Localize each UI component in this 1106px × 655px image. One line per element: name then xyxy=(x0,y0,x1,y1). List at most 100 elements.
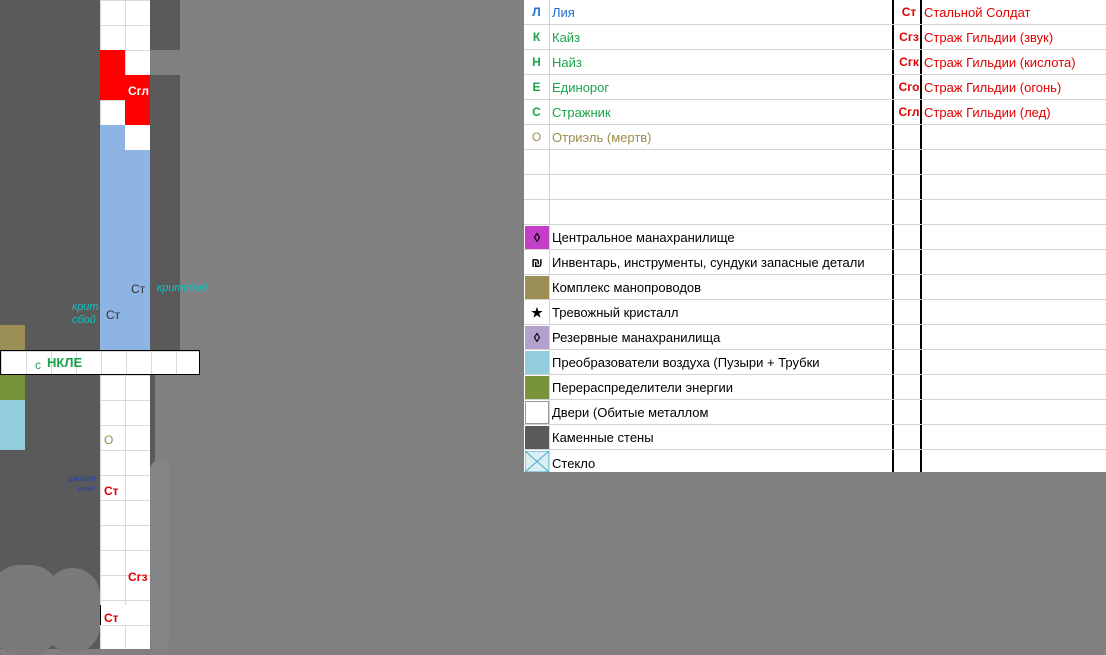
key-swatch-cell: ₪ xyxy=(524,250,550,275)
member-name: Единорог xyxy=(552,80,610,95)
key-label: Инвентарь, инструменты, сундуки запасные… xyxy=(552,255,865,270)
legend-key-row: ★ Тревожный кристалл xyxy=(524,300,1106,325)
crit-note: критсбой xyxy=(157,282,208,294)
empty-cell xyxy=(524,150,550,175)
key-swatch-cell: ◊ xyxy=(524,325,550,350)
member-code: С xyxy=(524,100,550,125)
legend-row: Л Лия Ст Стальной Солдат xyxy=(524,0,1106,25)
enemy-name: Страж Гильдии (кислота) xyxy=(924,55,1076,70)
member-code: Л xyxy=(524,0,550,25)
legend-row-empty xyxy=(524,200,1106,225)
legend-row: Н Найз Сгк Страж Гильдии (кислота) xyxy=(524,50,1106,75)
stone-wall-top-right xyxy=(150,0,180,50)
member-code: Н xyxy=(524,50,550,75)
enemy-code-st: Ст xyxy=(104,484,119,498)
legend-key-row: Каменные стены xyxy=(524,425,1106,450)
rubble-shape xyxy=(150,460,170,649)
legend-row-empty xyxy=(524,150,1106,175)
key-swatch-cell xyxy=(524,450,550,472)
key-label: Двери (Обитые металлом xyxy=(552,405,709,420)
key-label: Перераспределители энергии xyxy=(552,380,734,395)
key-label: Комплекс манопроводов xyxy=(552,280,702,295)
key-label: Каменные стены xyxy=(552,430,654,445)
member-name: Стражник xyxy=(552,105,611,120)
member-name: Отриэль (мертв) xyxy=(552,130,652,145)
member-code: К xyxy=(524,25,550,50)
member-name: Найз xyxy=(552,55,582,70)
legend-row: С Стражник Сгл Страж Гильдии (лед) xyxy=(524,100,1106,125)
key-glyph: ◊ xyxy=(533,330,541,345)
key-label: Центральное манахранилище xyxy=(552,230,735,245)
key-swatch-cell: ★ xyxy=(524,300,550,325)
enemy-code-sgz: Сгз xyxy=(128,570,148,584)
blue-corridor-notch xyxy=(125,125,150,150)
legend-key-row: ◊ Центральное манахранилище xyxy=(524,225,1106,250)
legend-sheet: Л Лия Ст Стальной Солдат К Кайз Сгз Стра… xyxy=(524,0,1106,472)
rust-note: нозл xyxy=(78,484,96,493)
party-group-nkle: НКЛЕ xyxy=(47,355,83,370)
member-code: О xyxy=(524,125,550,150)
legend-key-row: ₪ Инвентарь, инструменты, сундуки запасн… xyxy=(524,250,1106,275)
key-swatch-cell xyxy=(524,400,550,425)
legend-key-row: Комплекс манопроводов xyxy=(524,275,1106,300)
crit-note: крит xyxy=(72,301,99,313)
key-swatch-cell xyxy=(524,375,550,400)
dead-ally-marker: О xyxy=(104,433,114,447)
enemy-code-st: Ст xyxy=(131,282,146,296)
enemy-name: Страж Гильдии (лед) xyxy=(924,105,1051,120)
enemy-name: Стальной Солдат xyxy=(924,5,1031,20)
energy-redistributor xyxy=(0,375,25,400)
party-member-s: с xyxy=(35,358,41,372)
member-name: Кайз xyxy=(552,30,581,45)
key-swatch-cell xyxy=(524,425,550,450)
enemy-name: Страж Гильдии (звук) xyxy=(924,30,1054,45)
legend-row-empty xyxy=(524,175,1106,200)
air-converter xyxy=(0,400,25,450)
key-label: Резервные манахранилища xyxy=(552,330,721,345)
rubble-shape xyxy=(45,568,100,653)
legend-key-row: Стекло xyxy=(524,450,1106,472)
room-wall xyxy=(25,375,100,450)
key-swatch-cell xyxy=(524,275,550,300)
key-label: Стекло xyxy=(552,456,596,471)
ice-guard-zone xyxy=(100,50,125,100)
lightblue-square-icon xyxy=(525,351,549,374)
enemy-code: Ст xyxy=(901,5,917,19)
empty-cell xyxy=(524,175,550,200)
enemy-code: Сго xyxy=(898,80,920,94)
green-square-icon xyxy=(525,376,549,399)
legend-row: Е Единорог Сго Страж Гильдии (огонь) xyxy=(524,75,1106,100)
glass-cross-icon xyxy=(525,451,549,472)
empty-cell xyxy=(524,200,550,225)
legend-key-row: ◊ Резервные манахранилища xyxy=(524,325,1106,350)
legend-key-row: Перераспределители энергии xyxy=(524,375,1106,400)
ice-guard-zone xyxy=(125,75,150,125)
olive-square-icon xyxy=(525,276,549,299)
key-swatch-cell: ◊ xyxy=(524,225,550,250)
legend-row: О Отриэль (мертв) xyxy=(524,125,1106,150)
key-label: Преобразователи воздуха (Пузыри + Трубки xyxy=(552,355,820,370)
enemy-code-st: Ст xyxy=(104,611,119,625)
shekel-icon: ₪ xyxy=(531,255,543,270)
stone-wall-right xyxy=(150,75,180,350)
manapipe-block xyxy=(0,325,25,350)
enemy-name: Страж Гильдии (огонь) xyxy=(924,80,1062,95)
enemy-code: Сгк xyxy=(899,55,919,69)
enemy-code: Сгл xyxy=(898,105,920,119)
enemy-code-st: Ст xyxy=(106,308,121,322)
enemy-code-sgl: Сгл xyxy=(128,84,149,98)
member-name: Лия xyxy=(552,5,575,20)
crit-note: сбой xyxy=(72,314,96,326)
corridor-horizontal xyxy=(0,350,200,375)
legend-row: К Кайз Сгз Страж Гильдии (звук) xyxy=(524,25,1106,50)
key-swatch-cell xyxy=(524,350,550,375)
member-code: Е xyxy=(524,75,550,100)
gray-square-icon xyxy=(525,426,549,449)
legend-key-row: Двери (Обитые металлом xyxy=(524,400,1106,425)
white-square-icon xyxy=(525,401,549,424)
star-icon: ★ xyxy=(531,305,543,320)
legend-key-row: Преобразователи воздуха (Пузыри + Трубки xyxy=(524,350,1106,375)
key-glyph: ◊ xyxy=(533,230,541,245)
key-label: Тревожный кристалл xyxy=(552,305,679,320)
enemy-code: Сгз xyxy=(899,30,919,44)
